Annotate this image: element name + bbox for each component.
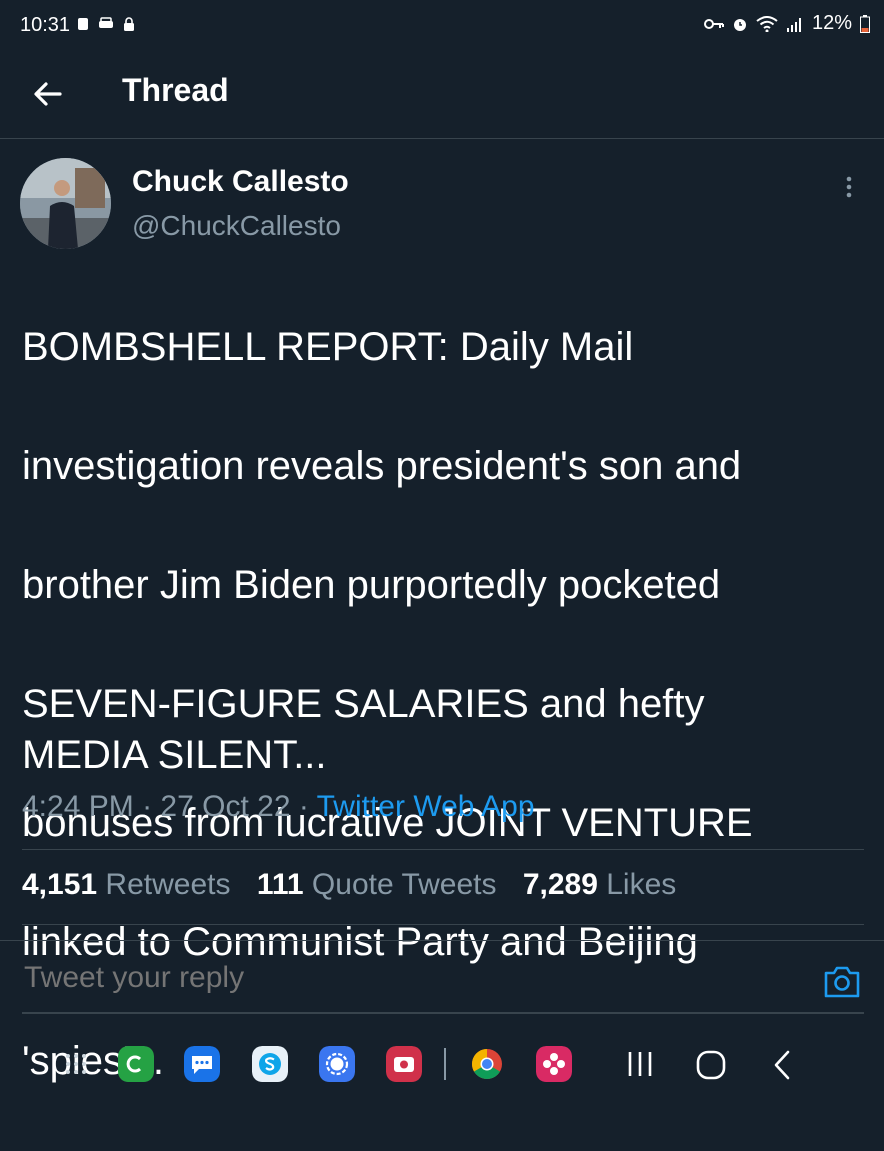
more-vertical-icon[interactable] xyxy=(836,172,862,202)
status-notification-icons xyxy=(76,16,136,32)
chrome-icon[interactable] xyxy=(469,1046,505,1082)
quotes-label: Quote Tweets xyxy=(311,868,497,901)
android-nav-bar xyxy=(0,1030,884,1104)
arrow-left-icon[interactable] xyxy=(28,74,68,114)
tweet-source-link[interactable]: Twitter Web App xyxy=(317,790,535,823)
camera-app-icon[interactable] xyxy=(386,1046,422,1082)
reply-input[interactable] xyxy=(22,960,806,996)
tweet-closing-line: MEDIA SILENT... xyxy=(22,733,327,777)
flower-app-icon[interactable] xyxy=(536,1046,572,1082)
meta-separator: · xyxy=(298,790,309,823)
author-handle[interactable]: @ChuckCallesto xyxy=(132,210,341,242)
thread-header: Thread xyxy=(0,52,884,139)
retweets-stat[interactable]: 4,151 Retweets xyxy=(22,868,248,901)
vpn-key-icon xyxy=(703,18,724,29)
nav-separator xyxy=(444,1048,446,1080)
quotes-count: 111 xyxy=(256,868,304,901)
home-icon[interactable] xyxy=(694,1048,728,1082)
battery-percent: 12% xyxy=(811,12,852,34)
car-icon xyxy=(99,17,113,28)
recents-icon[interactable] xyxy=(622,1048,658,1080)
quote-tweets-stat[interactable]: 111 Quote Tweets xyxy=(257,868,515,901)
wifi-icon xyxy=(756,15,778,32)
page-title: Thread xyxy=(122,72,229,108)
alarm-icon xyxy=(733,18,746,31)
tweet-stats: 4,151 Retweets 111 Quote Tweets 7,289 Li… xyxy=(22,868,694,902)
app-drawer-icon[interactable] xyxy=(58,1046,94,1082)
camera-icon[interactable] xyxy=(822,962,862,1000)
battery-icon xyxy=(860,14,870,33)
retweets-count: 4,151 xyxy=(22,868,98,901)
status-system-icons: 12% xyxy=(703,12,870,35)
tweet-text: BOMBSHELL REPORT: Daily Mail investigati… xyxy=(22,258,872,1151)
whatsapp-business-icon[interactable] xyxy=(118,1046,154,1082)
author-name[interactable]: Chuck Callesto xyxy=(132,165,349,199)
messages-icon[interactable] xyxy=(184,1046,220,1082)
retweets-label: Retweets xyxy=(105,868,231,901)
tweet-line: investigation reveals president's son an… xyxy=(22,443,742,488)
meta-separator: · xyxy=(142,790,153,823)
back-nav-icon[interactable] xyxy=(768,1048,796,1082)
sim-icon xyxy=(78,18,88,30)
likes-stat[interactable]: 7,289 Likes xyxy=(523,868,694,901)
tweet-meta: 4:24 PM · 27 Oct 22 · Twitter Web App xyxy=(22,790,535,824)
likes-label: Likes xyxy=(606,868,677,901)
tweet-line: BOMBSHELL REPORT: Daily Mail xyxy=(22,324,634,369)
signal-icon[interactable] xyxy=(319,1046,355,1082)
divider xyxy=(22,849,864,850)
status-bar: 10:31 12% xyxy=(0,0,884,52)
likes-count: 7,289 xyxy=(522,868,598,901)
avatar[interactable] xyxy=(20,158,111,249)
lock-icon xyxy=(124,17,134,31)
signal-icon xyxy=(786,17,801,32)
tweet-line: brother Jim Biden purportedly pocketed xyxy=(22,562,721,607)
divider xyxy=(22,924,864,925)
skype-icon[interactable] xyxy=(252,1046,288,1082)
tweet-date: 27 Oct 22 xyxy=(160,790,291,823)
avatar-image xyxy=(20,158,111,249)
reply-underline xyxy=(22,1012,864,1014)
status-time: 10:31 xyxy=(20,14,71,36)
tweet-time: 4:24 PM xyxy=(22,790,134,823)
